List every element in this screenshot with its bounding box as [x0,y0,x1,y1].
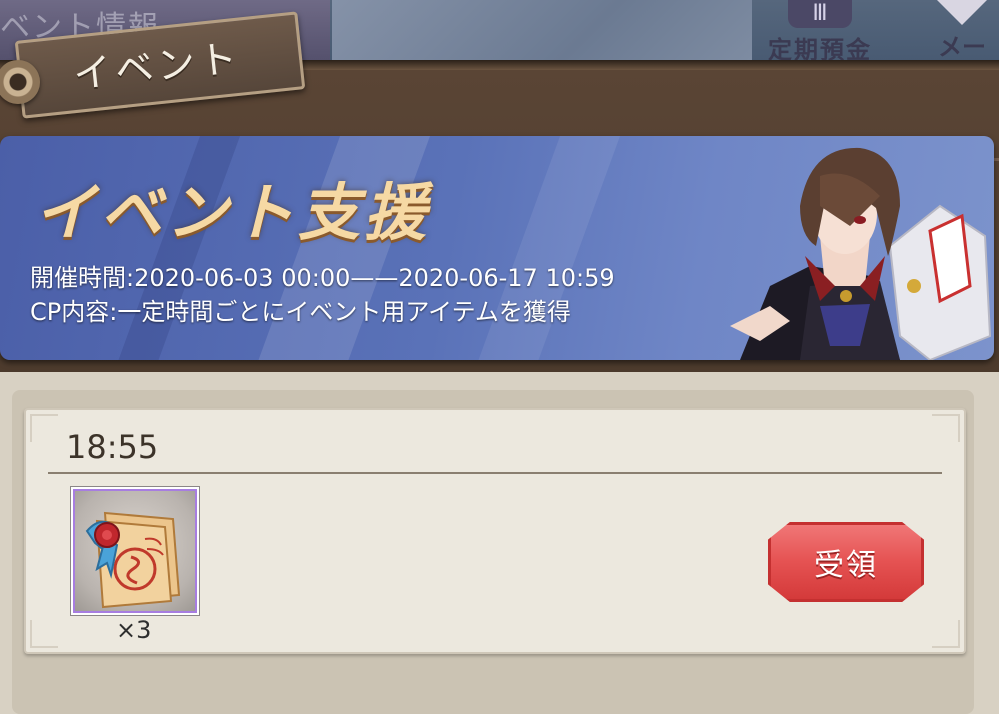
event-banner: イベント支援 開催時間:2020-06-03 00:00——2020-06-17… [0,136,994,360]
roman-three-icon: Ⅲ [788,0,852,28]
event-period: 開催時間:2020-06-03 00:00——2020-06-17 10:59 [30,264,615,292]
corner-ornament [932,414,960,442]
tab-mail-label: メー [938,33,986,61]
character-portrait [730,147,992,360]
top-background-art [332,0,752,62]
reward-time: 18:55 [66,428,159,466]
sealed-scroll-icon [85,511,181,609]
tab-mail[interactable]: メー [922,0,999,62]
corner-ornament [30,414,58,442]
reward-item-slot[interactable] [70,486,200,616]
event-cp-content: CP内容:一定時間ごとにイベント用アイテムを獲得 [30,298,571,326]
tab-periodic-deposit-label: 定期預金 [768,36,872,62]
banner-title: イベント支援 [34,176,431,249]
mail-icon [937,0,987,25]
reward-item-inner [73,489,197,613]
claim-button[interactable]: 受領 [768,522,924,602]
corner-ornament [932,620,960,648]
corner-ornament [30,620,58,648]
tab-periodic-deposit[interactable]: Ⅲ 定期預金 [720,0,920,62]
reward-item-quantity: ×3 [116,616,152,644]
reward-card: 18:55 ×3 受領 [24,408,966,654]
card-divider [48,472,942,474]
event-section-tag-label: イベント [71,35,243,97]
